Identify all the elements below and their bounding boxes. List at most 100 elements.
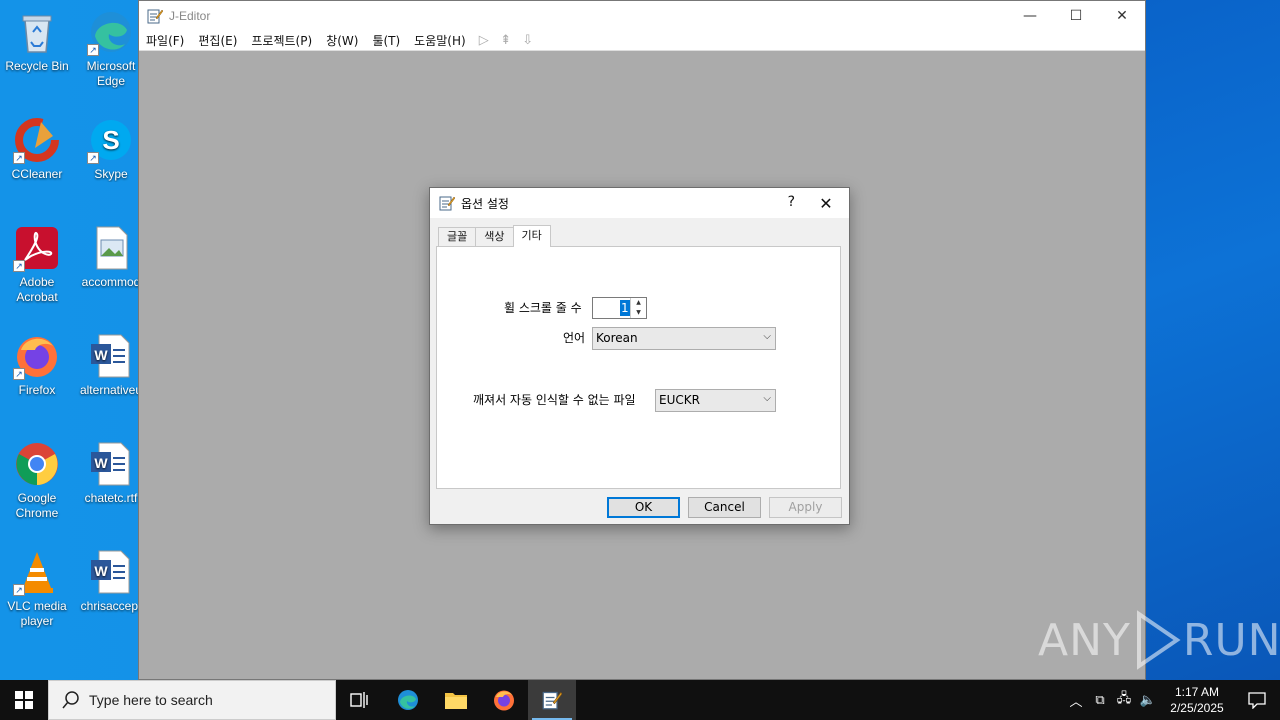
watermark-right-text: RUN [1182,614,1280,666]
dialog-title: 옵션 설정 [461,196,509,211]
desktop-icon-recycle-bin[interactable]: Recycle Bin [0,8,74,74]
shortcut-arrow-icon: ↗ [87,44,99,56]
taskbar-search-box[interactable]: Type here to search [48,680,336,720]
spin-down-icon[interactable]: ▼ [631,308,646,318]
vlc-icon: ↗ [13,548,61,596]
desktop-icon-adobe-acrobat[interactable]: ↗ Adobe Acrobat [0,224,74,305]
spinner-arrows[interactable]: ▲ ▼ [630,298,646,318]
maximize-button[interactable]: ☐ [1053,1,1099,31]
cancel-button[interactable]: Cancel [688,497,761,518]
dialog-close-button[interactable]: ✕ [809,188,843,218]
shortcut-arrow-icon: ↗ [13,152,25,164]
ok-button[interactable]: OK [607,497,680,518]
desktop-icon-label: Skype [94,167,128,181]
menu-edit[interactable]: 편집(E) [191,32,244,49]
notification-center-button[interactable] [1234,680,1280,720]
fallback-encoding-select[interactable]: EUCKR ⌵ [655,389,776,412]
ccleaner-icon: ↗ [13,116,61,164]
editor-titlebar[interactable]: J-Editor — ☐ ✕ [139,1,1145,31]
desktop-icon-google-chrome[interactable]: Google Chrome [0,440,74,521]
desktop-icon-label: CCleaner [11,167,63,181]
desktop-icon-accommod[interactable]: accommod [74,224,148,290]
desktop-icon-ccleaner[interactable]: ↗ CCleaner [0,116,74,182]
play-logo-icon [1133,610,1181,670]
edge-icon [398,690,418,710]
shortcut-arrow-icon: ↗ [13,260,25,272]
scroll-lines-label: 휠 스크롤 줄 수 [504,301,582,315]
meet-now-icon[interactable]: ⧉ [1088,680,1112,720]
build-icon[interactable]: ⇞ [495,32,517,50]
language-value: Korean [596,331,638,345]
desktop-icon-label: accommod [81,275,141,289]
menu-help[interactable]: 도움말(H) [407,32,473,49]
desktop-icon-label: Recycle Bin [5,59,69,73]
tab-panel-misc: 휠 스크롤 줄 수 1 ▲ ▼ 언어 Korean ⌵ 깨져서 자동 인식할 수… [436,246,841,489]
taskbar-clock[interactable]: 1:17 AM 2/25/2025 [1160,684,1234,716]
tab-font[interactable]: 글꼴 [438,227,477,247]
clock-time: 1:17 AM [1174,685,1220,699]
desktop-icon-chrisaccep[interactable]: W chrisaccep. [74,548,148,614]
minimize-button[interactable]: — [1007,1,1053,31]
language-select[interactable]: Korean ⌵ [592,327,776,350]
chevron-up-icon[interactable]: ︿ [1064,680,1088,720]
scroll-lines-value[interactable]: 1 [620,300,630,316]
apply-button[interactable]: Apply [769,497,842,518]
desktop-icon-label: Adobe Acrobat [16,275,58,304]
acrobat-icon: ↗ [13,224,61,272]
menu-project[interactable]: 프로젝트(P) [244,32,319,49]
run-icon[interactable]: ▷ [473,32,495,50]
chevron-down-icon: ⌵ [763,393,771,404]
menu-file[interactable]: 파일(F) [139,32,191,49]
spin-up-icon[interactable]: ▲ [631,298,646,308]
dialog-titlebar[interactable]: 옵션 설정 ? ✕ [430,188,849,218]
watermark-left-text: ANY [1038,614,1131,666]
menu-tools[interactable]: 툴(T) [365,32,407,49]
taskbar: Type here to search ︿ ⧉ 🖧 🔈 1:17 AM 2/25… [0,680,1280,720]
wallpaper-glow [1146,0,1280,680]
anyrun-watermark: ANY RUN [1038,608,1280,672]
volume-icon[interactable]: 🔈 [1136,680,1160,720]
shortcut-arrow-icon: ↗ [13,584,25,596]
image-file-icon [87,224,135,272]
taskbar-file-explorer[interactable] [432,680,480,720]
windows-logo-icon [15,691,33,709]
taskbar-j-editor[interactable] [528,680,576,720]
desktop-icon-label: VLC media player [7,599,67,628]
menu-window[interactable]: 창(W) [319,32,365,49]
firefox-icon: ↗ [13,332,61,380]
close-button[interactable]: ✕ [1099,1,1145,31]
network-icon[interactable]: 🖧 [1112,680,1136,720]
language-label: 언어 [563,331,586,345]
start-button[interactable] [0,680,48,720]
file-explorer-icon [445,693,467,709]
j-editor-icon [147,8,164,24]
taskbar-edge[interactable] [384,680,432,720]
scroll-lines-spinner[interactable]: 1 ▲ ▼ [592,297,647,319]
task-view-icon [350,692,368,708]
desktop-icon-chatetc[interactable]: W chatetc.rtf [74,440,148,506]
system-tray: ︿ ⧉ 🖧 🔈 1:17 AM 2/25/2025 [1064,680,1280,720]
fallback-encoding-label: 깨져서 자동 인식할 수 없는 파일 [473,393,636,407]
svg-text:W: W [94,455,108,471]
word-doc-icon: W [87,548,135,596]
edge-icon: ↗ [87,8,135,56]
firefox-icon [494,690,514,711]
word-doc-icon: W [87,440,135,488]
svg-text:S: S [102,125,119,155]
recycle-bin-icon [13,8,61,56]
taskbar-firefox[interactable] [480,680,528,720]
tab-misc[interactable]: 기타 [512,225,551,247]
task-view-button[interactable] [336,680,384,720]
desktop-icon-vlc[interactable]: ↗ VLC media player [0,548,74,629]
download-icon[interactable]: ⇩ [517,32,539,50]
desktop-icon-firefox[interactable]: ↗ Firefox [0,332,74,398]
desktop-icon-label: Microsoft Edge [86,59,136,88]
search-placeholder: Type here to search [89,692,213,708]
word-doc-icon: W [87,332,135,380]
desktop-icon-skype[interactable]: S ↗ Skype [74,116,148,182]
desktop-icon-alternativeu[interactable]: W alternativeu [74,332,148,398]
editor-title: J-Editor [169,9,211,23]
tab-color[interactable]: 색상 [475,227,514,247]
desktop-icon-microsoft-edge[interactable]: ↗ Microsoft Edge [74,8,148,89]
help-button[interactable]: ? [788,194,795,210]
